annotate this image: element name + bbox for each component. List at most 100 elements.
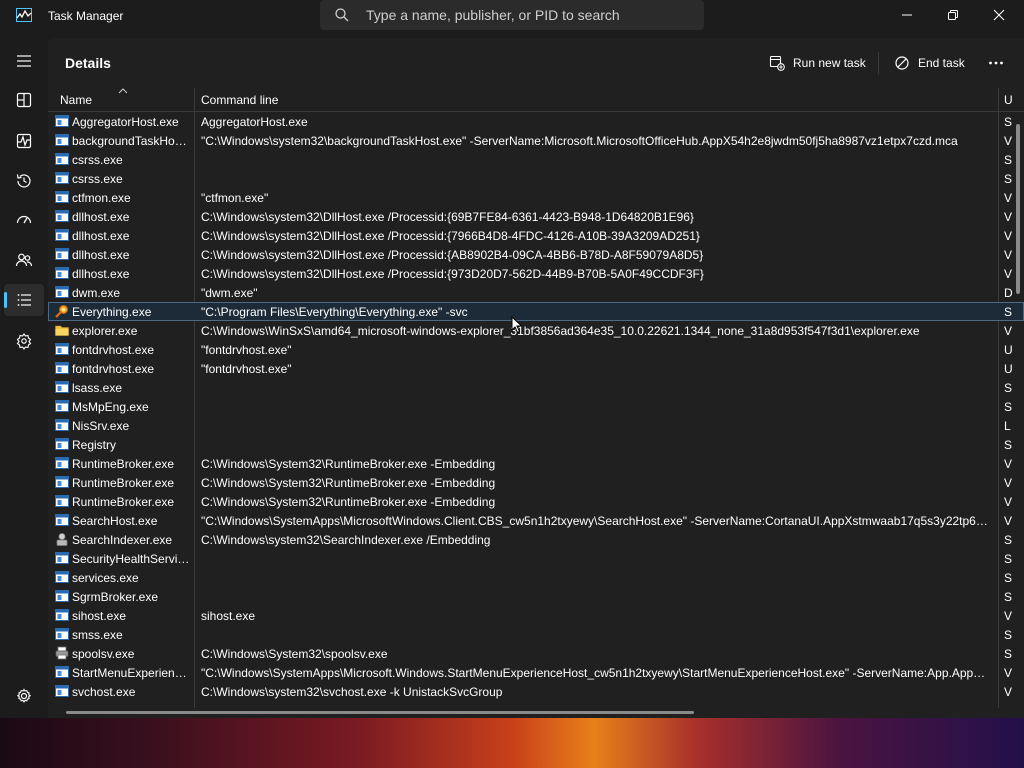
navigation-rail <box>0 38 48 718</box>
table-row[interactable]: fontdrvhost.exe "fontdrvhost.exe" U <box>48 340 1024 359</box>
process-name: dwm.exe <box>72 286 121 300</box>
table-row[interactable]: RuntimeBroker.exe C:\Windows\System32\Run… <box>48 473 1024 492</box>
table-row[interactable]: dllhost.exe C:\Windows\system32\DllHost.e… <box>48 207 1024 226</box>
process-command-line: C:\Windows\system32\DllHost.exe /Process… <box>201 267 704 281</box>
column-header-command-line[interactable]: Command line <box>201 93 278 107</box>
nav-app-history[interactable] <box>4 165 44 197</box>
process-name: dllhost.exe <box>72 210 130 224</box>
process-name: RuntimeBroker.exe <box>72 476 175 490</box>
process-status-partial: V <box>1004 324 1013 338</box>
nav-performance[interactable] <box>4 125 44 157</box>
indexer-icon <box>56 533 68 546</box>
nav-services[interactable] <box>4 325 44 357</box>
more-options-button[interactable] <box>988 52 1004 74</box>
process-command-line: C:\Windows\system32\DllHost.exe /Process… <box>201 248 704 262</box>
table-row[interactable]: smss.exe S <box>48 625 1024 644</box>
table-row[interactable]: RuntimeBroker.exe C:\Windows\System32\Run… <box>48 454 1024 473</box>
window-icon <box>55 267 69 279</box>
table-row[interactable]: SearchIndexer.exe C:\Windows\system32\Sea… <box>48 530 1024 549</box>
table-row[interactable]: StartMenuExperienc... "C:\Windows\SystemA… <box>48 663 1024 682</box>
table-row[interactable]: SecurityHealthServic... S <box>48 549 1024 568</box>
table-row[interactable]: MsMpEng.exe S <box>48 397 1024 416</box>
run-new-task-button[interactable]: Run new task <box>769 52 866 74</box>
more-options-icon <box>989 61 1003 65</box>
nav-settings[interactable] <box>4 680 44 712</box>
process-status-partial: V <box>1004 685 1013 699</box>
process-name: SgrmBroker.exe <box>72 590 159 604</box>
table-row[interactable]: SgrmBroker.exe S <box>48 587 1024 606</box>
vertical-scrollbar-thumb[interactable] <box>1016 124 1020 294</box>
search-box[interactable] <box>320 0 704 30</box>
table-row[interactable]: SearchHost.exe "C:\Windows\SystemApps\Mic… <box>48 511 1024 530</box>
window-icon <box>55 248 69 260</box>
restore-button[interactable] <box>930 0 976 30</box>
column-header-status[interactable]: U <box>1004 93 1013 107</box>
process-name: dllhost.exe <box>72 229 130 243</box>
nav-hamburger-button[interactable] <box>4 45 44 77</box>
window-icon <box>55 419 69 431</box>
table-row[interactable]: Registry S <box>48 435 1024 454</box>
minimize-button[interactable] <box>884 0 930 30</box>
table-row[interactable]: csrss.exe S <box>48 150 1024 169</box>
table-row[interactable]: NisSrv.exe L <box>48 416 1024 435</box>
nav-details[interactable] <box>4 284 44 316</box>
table-row[interactable]: services.exe S <box>48 568 1024 587</box>
details-table: Name Command line U AggregatorHost.exe Ag… <box>48 88 1024 708</box>
process-status-partial: V <box>1004 134 1013 148</box>
table-row[interactable]: fontdrvhost.exe "fontdrvhost.exe" U <box>48 359 1024 378</box>
nav-startup-apps[interactable] <box>4 204 44 236</box>
end-task-button[interactable]: End task <box>894 52 965 74</box>
table-row[interactable]: dllhost.exe C:\Windows\system32\DllHost.e… <box>48 245 1024 264</box>
nav-users[interactable] <box>4 244 44 276</box>
table-row[interactable]: dllhost.exe C:\Windows\system32\DllHost.e… <box>48 226 1024 245</box>
process-name: csrss.exe <box>72 153 123 167</box>
process-name: SecurityHealthServic... <box>72 552 190 566</box>
process-name: RuntimeBroker.exe <box>72 457 175 471</box>
details-page: Details Run new task End task Name Comma… <box>48 38 1024 718</box>
window-icon <box>55 134 69 146</box>
process-command-line: C:\Windows\system32\DllHost.exe /Process… <box>201 210 694 224</box>
process-status-partial: L <box>1004 419 1011 433</box>
window-icon <box>55 172 69 184</box>
process-status-partial: V <box>1004 457 1013 471</box>
window-icon <box>55 609 69 621</box>
table-row[interactable]: AggregatorHost.exe AggregatorHost.exe S <box>48 112 1024 131</box>
close-icon <box>993 9 1005 21</box>
window-icon <box>55 286 69 298</box>
table-row[interactable]: dllhost.exe C:\Windows\system32\DllHost.e… <box>48 264 1024 283</box>
process-status-partial: U <box>1004 362 1013 376</box>
search-input[interactable] <box>366 4 686 26</box>
table-row[interactable]: svchost.exe C:\Windows\system32\svchost.e… <box>48 682 1024 701</box>
mouse-cursor-icon <box>511 316 523 334</box>
table-row[interactable]: explorer.exe C:\Windows\WinSxS\amd64_micr… <box>48 321 1024 340</box>
table-row[interactable]: spoolsv.exe C:\Windows\System32\spoolsv.e… <box>48 644 1024 663</box>
column-header-name[interactable]: Name <box>60 93 92 107</box>
process-status-partial: S <box>1004 381 1013 395</box>
folder-icon <box>55 325 69 336</box>
process-name: lsass.exe <box>72 381 123 395</box>
process-status-partial: S <box>1004 533 1013 547</box>
table-row[interactable]: lsass.exe S <box>48 378 1024 397</box>
table-row[interactable]: sihost.exe sihost.exe V <box>48 606 1024 625</box>
horizontal-scrollbar-thumb[interactable] <box>66 711 694 714</box>
process-status-partial: S <box>1004 400 1013 414</box>
process-status-partial: V <box>1004 210 1013 224</box>
table-row[interactable]: backgroundTaskHos... "C:\Windows\system32… <box>48 131 1024 150</box>
window-icon <box>55 191 69 203</box>
process-command-line: C:\Windows\system32\DllHost.exe /Process… <box>201 229 700 243</box>
window-icon <box>55 552 69 564</box>
table-row[interactable]: ctfmon.exe "ctfmon.exe" V <box>48 188 1024 207</box>
close-button[interactable] <box>976 0 1022 30</box>
table-row[interactable]: dwm.exe "dwm.exe" D <box>48 283 1024 302</box>
window-icon <box>55 115 69 127</box>
table-row[interactable]: csrss.exe S <box>48 169 1024 188</box>
window-icon <box>55 229 69 241</box>
process-name: StartMenuExperienc... <box>72 666 190 680</box>
table-row[interactable]: RuntimeBroker.exe C:\Windows\System32\Run… <box>48 492 1024 511</box>
nav-processes[interactable] <box>4 84 44 116</box>
window-icon <box>55 153 69 165</box>
table-row[interactable]: Everything.exe "C:\Program Files\Everythi… <box>48 302 1024 321</box>
process-status-partial: V <box>1004 248 1013 262</box>
command-bar-divider <box>878 52 879 74</box>
process-status-partial: V <box>1004 267 1013 281</box>
